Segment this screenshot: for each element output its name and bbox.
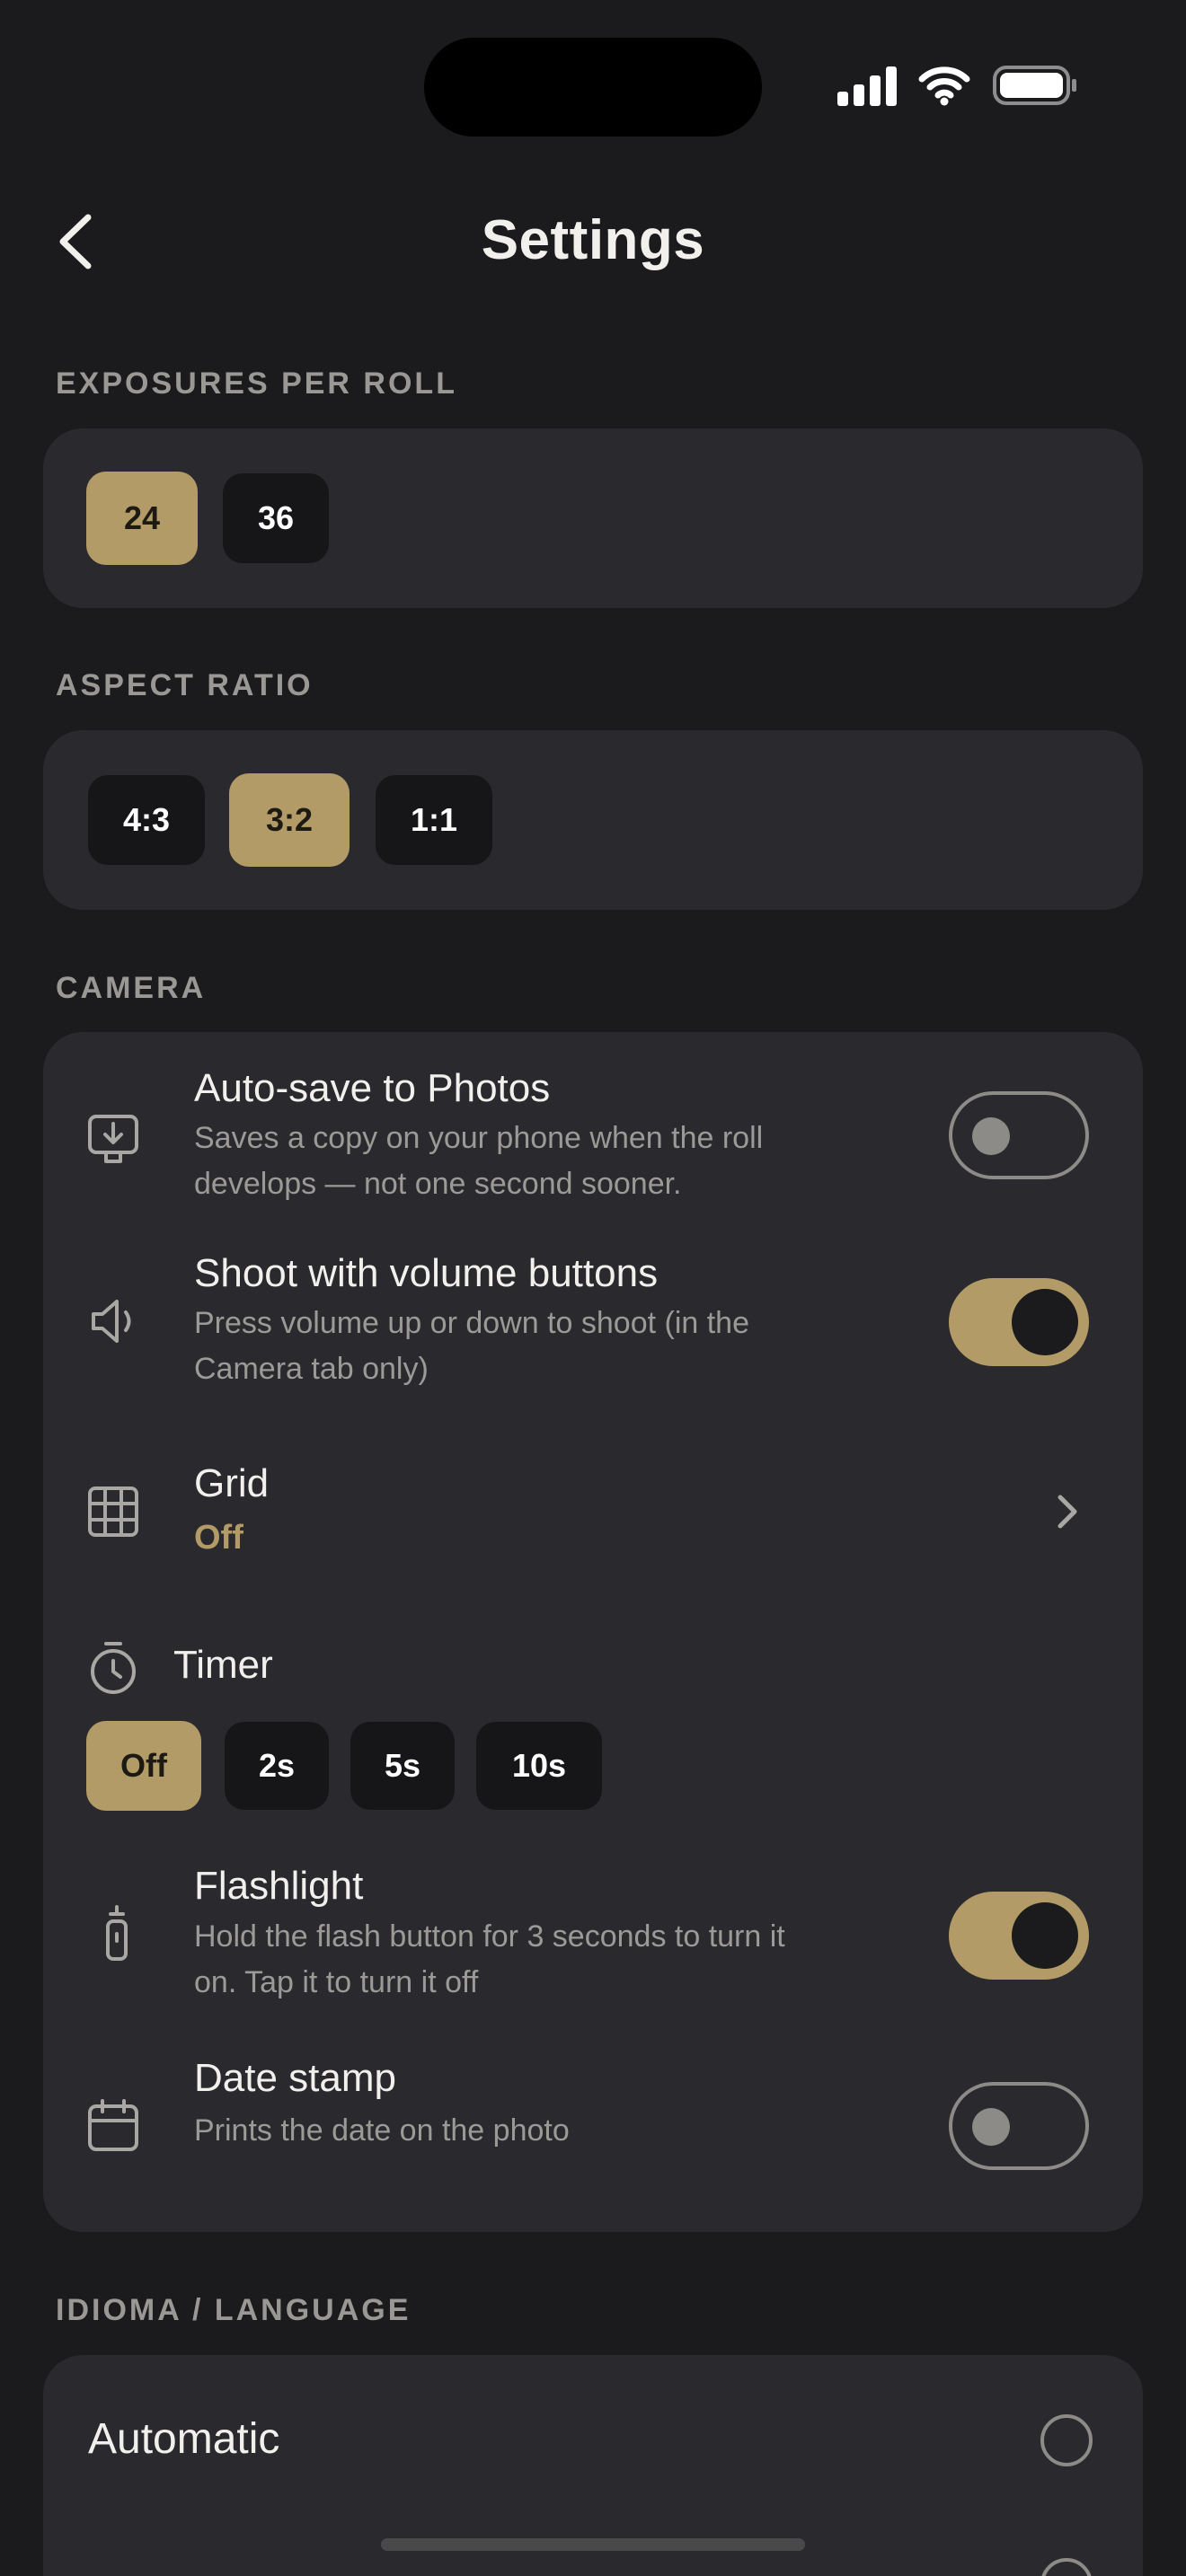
timer-option-10s[interactable]: 10s [476,1722,602,1810]
volume-buttons-subtitle-line-1: Press volume up or down to shoot (in the [194,1306,749,1340]
chevron-right-icon [1058,1495,1077,1529]
aspect-ratio-card: 4:3 3:2 1:1 [43,730,1143,910]
speaker-icon [92,1300,131,1343]
volume-buttons-toggle[interactable] [949,1278,1089,1366]
date-stamp-title: Date stamp [194,2056,396,2100]
flashlight-icon [106,1905,128,1961]
settings-screen: Settings EXPOSURES PER ROLL 24 36 ASPECT… [0,0,1186,2576]
timer-option-off[interactable]: Off [86,1721,201,1811]
cellular-signal-icon [837,65,897,106]
timer-title: Timer [173,1643,273,1687]
aspect-option-3-2[interactable]: 3:2 [229,773,350,867]
timer-icon [91,1642,136,1694]
autosave-toggle[interactable] [949,1091,1089,1179]
autosave-title: Auto-save to Photos [194,1066,551,1110]
language-radio-next[interactable] [1040,2558,1093,2576]
camera-card: Auto-save to Photos Saves a copy on your… [43,1032,1143,2232]
date-stamp-subtitle: Prints the date on the photo [194,2113,570,2148]
grid-value: Off [194,1519,243,1557]
dynamic-island [424,38,762,137]
page-title: Settings [481,209,705,271]
wifi-icon [918,66,970,106]
timer-option-5s[interactable]: 5s [350,1722,455,1810]
language-radio-automatic[interactable] [1040,2414,1093,2466]
download-icon [88,1115,138,1163]
grid-title: Grid [194,1461,270,1505]
battery-icon [993,66,1076,105]
section-label-language: IDIOMA / LANGUAGE [56,2293,412,2327]
timer-option-2s[interactable]: 2s [225,1722,329,1810]
grid-icon [88,1486,138,1537]
autosave-subtitle-line-2: develops — not one second sooner. [194,1167,682,1201]
flashlight-subtitle-line-1: Hold the flash button for 3 seconds to t… [194,1919,785,1954]
exposures-card: 24 36 [43,428,1143,608]
flashlight-title: Flashlight [194,1864,364,1908]
aspect-option-4-3[interactable]: 4:3 [88,775,205,865]
section-label-exposures: EXPOSURES PER ROLL [56,366,457,401]
date-stamp-toggle[interactable] [949,2082,1089,2170]
autosave-subtitle-line-1: Saves a copy on your phone when the roll [194,1121,764,1155]
status-bar [837,65,1078,106]
calendar-icon [88,2099,138,2151]
flashlight-toggle[interactable] [949,1892,1089,1980]
volume-buttons-subtitle-line-2: Camera tab only) [194,1352,429,1386]
language-option-label: Automatic [88,2415,280,2463]
flashlight-subtitle-line-2: on. Tap it to turn it off [194,1965,479,1999]
exposures-option-36[interactable]: 36 [223,473,329,563]
section-label-camera: CAMERA [56,971,207,1005]
home-indicator[interactable] [381,2538,805,2551]
volume-buttons-title: Shoot with volume buttons [194,1251,659,1295]
exposures-option-24[interactable]: 24 [86,472,198,565]
section-label-aspect-ratio: ASPECT RATIO [56,668,314,702]
aspect-option-1-1[interactable]: 1:1 [376,775,492,865]
